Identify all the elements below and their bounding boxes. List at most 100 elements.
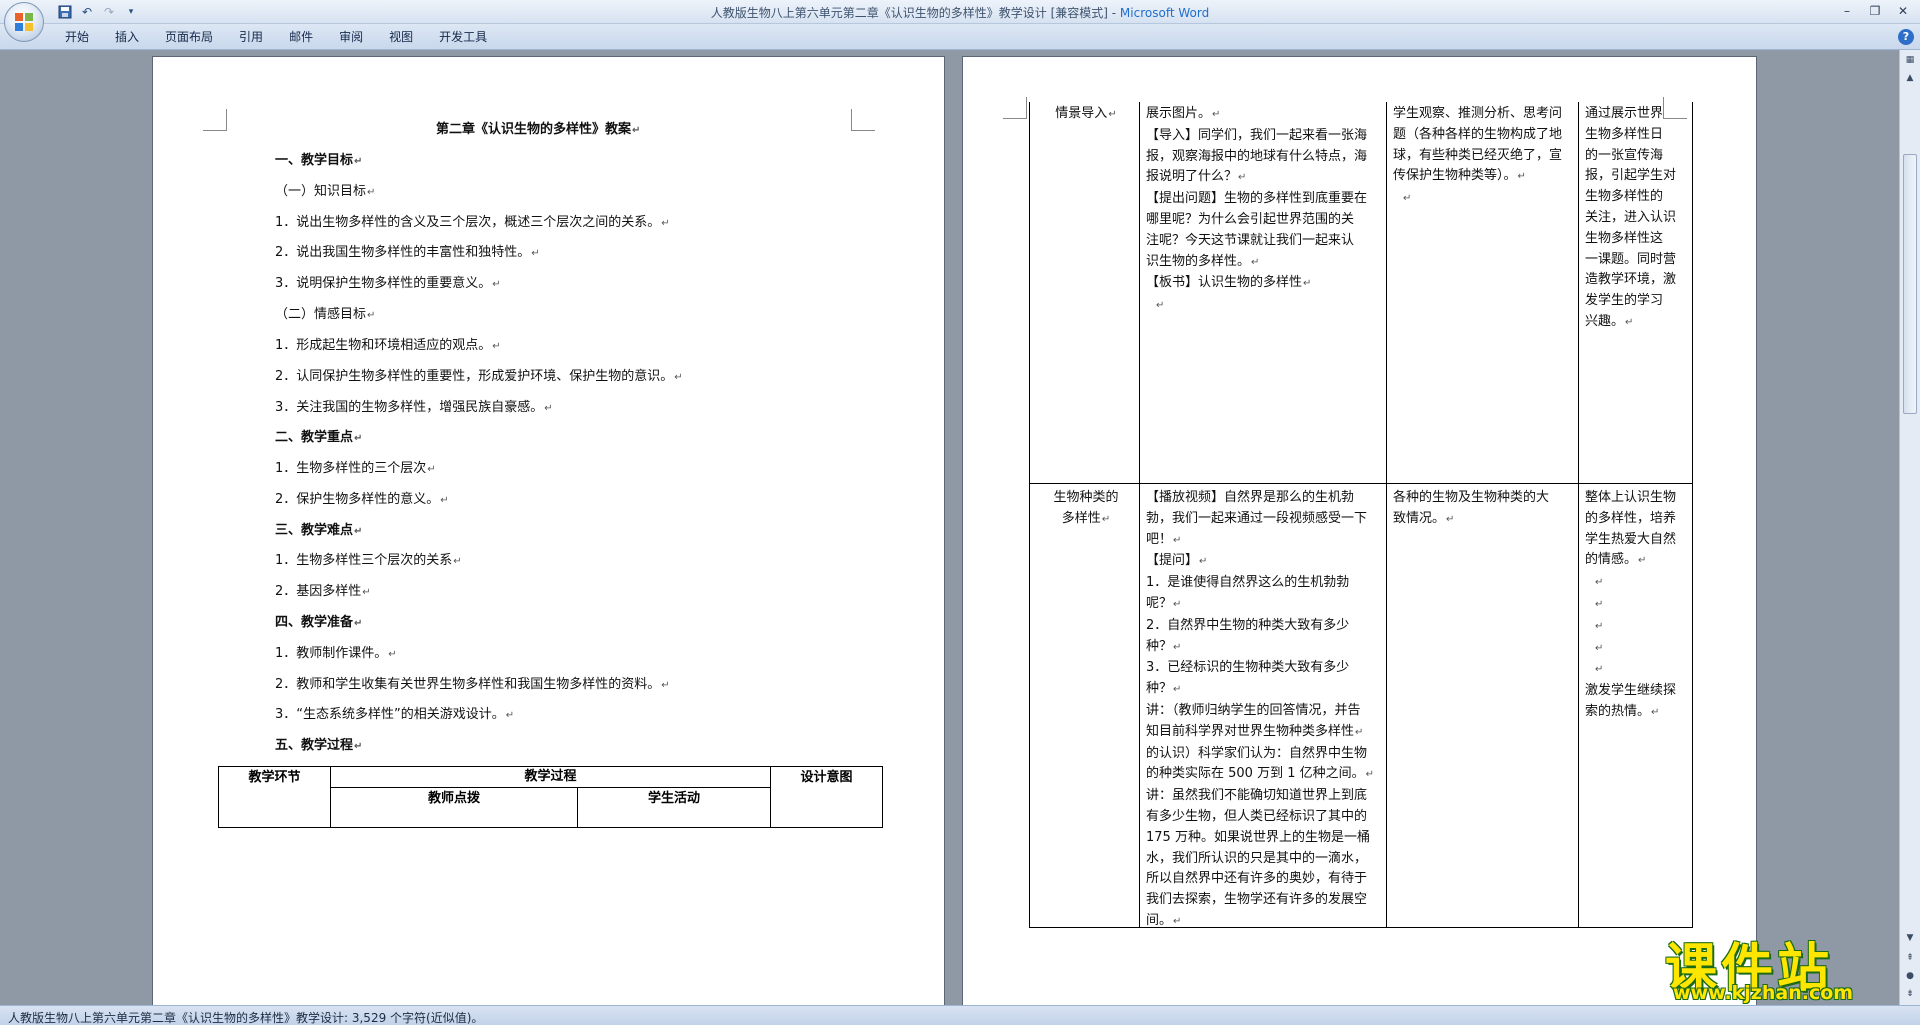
cell-line-text: 2．自然界中生物的种类大致有多少 [1146, 617, 1350, 633]
lesson-table: 情景导入↵ 展示图片。 ↵ 【导入】同学们，我们一起来看一张海报，观察海报中的地球有什… [1029, 102, 1693, 928]
text-line: 1．生物多样性的三个层次↵ [275, 460, 436, 478]
cell-line: 的多样性，培养 [1585, 509, 1689, 530]
cell-line: 生物多样性日 [1585, 125, 1689, 146]
line-text: 四、教学准备 [275, 615, 354, 630]
cell-line: 生物种类的 [1036, 488, 1136, 509]
cell-line-text: 索的热情。 [1585, 703, 1651, 719]
cell-line-text: 关注，进入认识 [1585, 209, 1677, 225]
cell-line: 一课题。同时营 [1585, 250, 1689, 271]
cell-line-text: 球，有些种类已经灭绝了，宣 [1393, 147, 1563, 163]
scroll-thumb[interactable] [1903, 154, 1917, 414]
cell-line-text: 间。 [1146, 912, 1173, 928]
cell-line: 关注，进入认识 [1585, 208, 1689, 229]
cell-line: 勃，我们一起来通过一段视频感受一下 [1146, 509, 1383, 530]
cell-line: 【板书】认识生物的多样性↵ [1146, 273, 1383, 295]
tab-view[interactable]: 视图 [376, 29, 426, 45]
tab-developer[interactable]: 开发工具 [426, 29, 500, 45]
table-header-intent: 设计意图 [770, 766, 883, 828]
tab-home[interactable]: 开始 [52, 29, 102, 45]
vertical-scrollbar[interactable]: ▦ ▲ ▼ ⇞ ● ⇟ [1899, 50, 1920, 1005]
tab-page-layout[interactable]: 页面布局 [152, 29, 226, 45]
cell-line: 间。↵ [1146, 911, 1383, 933]
text-line: （二）情感目标↵ [275, 306, 375, 324]
paragraph-mark-icon: ↵ [505, 710, 515, 721]
line-text: 第二章《认识生物的多样性》教案 [436, 122, 632, 137]
page-gap [945, 50, 962, 1005]
cell-line-text: 【导入】同学们，我们一起来看一张海 [1146, 127, 1368, 143]
paragraph-mark-icon: ↵ [1303, 278, 1312, 290]
cell-line-text: 讲：（教师归纳学生的回答情况，并告 [1146, 702, 1361, 718]
paragraph-mark-icon: ↵ [661, 218, 670, 229]
paragraph-mark-icon: ↵ [492, 341, 501, 352]
document-page-right[interactable]: 情景导入↵ 展示图片。 ↵ 【导入】同学们，我们一起来看一张海报，观察海报中的地球有什… [962, 56, 1757, 1005]
step-cell: 生物种类的 多样性↵ [1030, 484, 1140, 928]
line-text: 1．形成起生物和环境相适应的观点。 [275, 338, 492, 353]
cell-line: 各种的生物及生物种类的大 [1393, 488, 1575, 509]
watermark-logo: 课件站 www.kjzhan.com [1655, 926, 1905, 1004]
cell-line: 的情感。↵ [1585, 550, 1689, 572]
section-heading: 二、教学重点↵ [275, 429, 362, 447]
window-title: 人教版生物八上第六单元第二章《认识生物的多样性》教学设计 [兼容模式] - Mi… [0, 4, 1920, 21]
window-title-app: Microsoft Word [1119, 6, 1210, 20]
cell-line-text: 的认识）科学家们认为：自然界中生物 [1146, 745, 1368, 761]
table-header-intent-label: 设计意图 [800, 770, 853, 785]
cell-line-text: 的一张宣传海 [1585, 147, 1664, 163]
restore-icon[interactable]: ❐ [1862, 2, 1888, 20]
cell-line: 球，有些种类已经灭绝了，宣 [1393, 146, 1575, 167]
cell-line-text: 【播放视频】自然界是那么的生机勃 [1146, 490, 1355, 505]
cell-line-text: 造教学环境，激 [1585, 272, 1677, 288]
paragraph-mark-icon: ↵ [354, 741, 363, 752]
table-header-student: 学生活动 [577, 787, 771, 828]
ruler-toggle-icon[interactable]: ▦ [1902, 52, 1918, 68]
cell-line: 【提问】↵ [1146, 551, 1383, 573]
text-line: 3．说明保护生物多样性的重要意义。↵ [275, 275, 501, 293]
paragraph-mark-icon: ↵ [1517, 171, 1526, 183]
cell-line: 【提出问题】生物的多样性到底重要在 [1146, 189, 1383, 210]
cell-line: 报，观察海报中的地球有什么特点，海 [1146, 147, 1383, 168]
cell-line-text: 展示图片。 [1146, 106, 1212, 121]
cell-line-text: 生物多样性的 [1585, 189, 1664, 205]
cell-line: 情景导入↵ [1036, 104, 1136, 126]
cell-line-text: 的情感。 [1585, 552, 1638, 568]
table-header-teacher-label: 教师点拨 [427, 791, 480, 806]
crop-mark [1003, 97, 1027, 119]
watermark-url: www.kjzhan.com [1673, 982, 1854, 1004]
office-button[interactable] [4, 2, 44, 42]
tab-mailings[interactable]: 邮件 [276, 29, 326, 45]
text-line: 2．说出我国生物多样性的丰富性和独特性。↵ [275, 244, 540, 262]
help-icon[interactable]: ? [1898, 29, 1914, 45]
paragraph-mark-icon: ↵ [362, 587, 371, 598]
table-header-step: 教学环节 [218, 766, 331, 828]
cell-line: 知目前科学界对世界生物种类多样性↵ [1146, 722, 1383, 744]
line-text: 1．说出生物多样性的含义及三个层次，概述三个层次之间的关系。 [275, 215, 661, 230]
cell-line-text: 发学生的学习 [1585, 293, 1664, 309]
line-text: 3．“生态系统多样性”的相关游戏设计。 [275, 707, 505, 722]
status-text: 人教版生物八上第六单元第二章《认识生物的多样性》教学设计: 3,529 个字符(… [8, 1011, 484, 1025]
tab-review[interactable]: 审阅 [326, 29, 376, 45]
cell-line-text: 整体上认识生物 [1585, 490, 1677, 505]
paragraph-mark-icon: ↵ [367, 187, 376, 198]
document-page-left[interactable]: 第二章《认识生物的多样性》教案↵ 一、教学目标↵ （一）知识目标↵ 1．说出生物多样性… [152, 56, 945, 1005]
tab-insert[interactable]: 插入 [102, 29, 152, 45]
minimize-icon[interactable]: – [1834, 2, 1860, 20]
text-line: 1．教师制作课件。↵ [275, 645, 397, 663]
close-icon[interactable]: ✕ [1890, 2, 1916, 20]
cell-line-text: 生物种类的 [1053, 490, 1119, 505]
cell-line-text: 种？ [1146, 638, 1173, 654]
cell-line: 识生物的多样性。↵ [1146, 252, 1383, 274]
cell-line: 呢？↵ [1146, 594, 1383, 616]
tab-references[interactable]: 引用 [226, 29, 276, 45]
cell-line-text: 175 万种。如果说世界上的生物是一桶 [1146, 829, 1370, 845]
cell-line-text: 讲：虽然我们不能确切知道世界上到底 [1146, 788, 1368, 804]
paragraph-mark-icon: ↵ [1595, 577, 1604, 589]
cell-line: ↵ [1585, 659, 1689, 681]
text-line: 2．认同保护生物多样性的重要性，形成爱护环境、保护生物的意识。↵ [275, 368, 683, 386]
status-bar: 人教版生物八上第六单元第二章《认识生物的多样性》教学设计: 3,529 个字符(… [0, 1005, 1920, 1025]
line-text: 三、教学难点 [275, 523, 354, 538]
paragraph-mark-icon: ↵ [1638, 555, 1647, 567]
cell-line-text: 各种的生物及生物种类的大 [1393, 490, 1550, 505]
scroll-up-icon[interactable]: ▲ [1902, 70, 1918, 86]
table-header-step-label: 教学环节 [248, 770, 301, 785]
cell-line-text: 我们去探索，生物学还有许多的发展空 [1146, 892, 1368, 908]
line-text: 五、教学过程 [275, 738, 354, 753]
